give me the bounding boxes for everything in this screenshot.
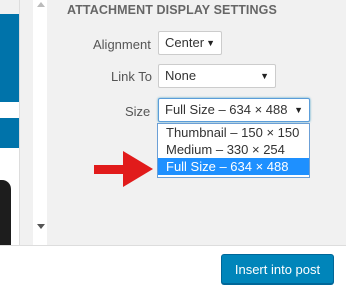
scroll-down-icon[interactable] xyxy=(37,224,45,229)
size-option-thumbnail[interactable]: Thumbnail – 150 × 150 xyxy=(158,124,309,141)
size-dropdown-list[interactable]: Thumbnail – 150 × 150 Medium – 330 × 254… xyxy=(157,123,310,178)
sidebar-scrollbar[interactable] xyxy=(33,0,47,245)
media-item-selected[interactable] xyxy=(0,14,19,102)
link-to-value: None xyxy=(165,68,197,83)
scroll-up-icon[interactable] xyxy=(37,2,45,7)
red-arrow-head-icon xyxy=(123,151,153,187)
settings-heading: ATTACHMENT DISPLAY SETTINGS xyxy=(67,3,277,17)
media-item-selected-2[interactable] xyxy=(0,118,19,148)
insert-into-post-button[interactable]: Insert into post xyxy=(221,254,334,284)
size-option-medium[interactable]: Medium – 330 × 254 xyxy=(158,141,309,158)
chevron-down-icon: ▼ xyxy=(260,71,269,81)
size-value: Full Size – 634 × 488 xyxy=(165,102,288,117)
size-select[interactable]: Full Size – 634 × 488 ▼ xyxy=(158,98,310,122)
link-to-select[interactable]: None ▼ xyxy=(158,64,276,88)
size-option-full[interactable]: Full Size – 634 × 488 xyxy=(158,158,309,175)
media-item-top[interactable] xyxy=(0,0,19,14)
alignment-select[interactable]: Center ▼ xyxy=(158,31,222,55)
divider xyxy=(19,0,20,245)
media-thumbnail[interactable] xyxy=(0,180,11,245)
alignment-value: Center xyxy=(165,35,205,50)
red-arrow-icon xyxy=(94,165,124,174)
alignment-label: Alignment xyxy=(93,37,151,52)
size-label: Size xyxy=(125,104,151,119)
chevron-down-icon: ▼ xyxy=(294,105,303,115)
chevron-down-icon: ▼ xyxy=(206,38,215,48)
link-to-label: Link To xyxy=(111,69,152,84)
